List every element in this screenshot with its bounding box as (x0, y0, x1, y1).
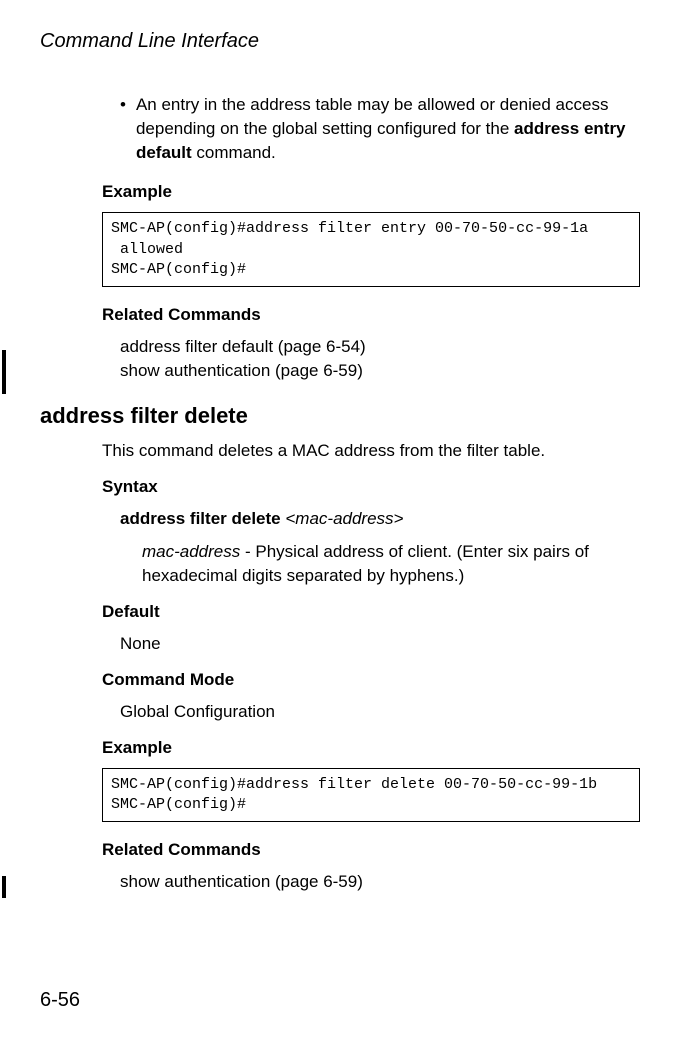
command-heading: address filter delete (40, 403, 640, 429)
bullet-text: An entry in the address table may be all… (136, 93, 640, 164)
syntax-label: Syntax (102, 477, 640, 497)
related-commands-list-2: show authentication (page 6-59) (120, 870, 640, 894)
bullet-marker: • (120, 93, 136, 164)
default-value: None (120, 632, 640, 656)
example-code-2: SMC-AP(config)#address filter delete 00-… (102, 768, 640, 823)
page-header: Command Line Interface (40, 30, 660, 53)
related-item: address filter default (page 6-54) (120, 335, 640, 359)
page-number: 6-56 (40, 989, 80, 1012)
param-description: mac-address - Physical address of client… (142, 540, 640, 588)
example-label-2: Example (102, 738, 640, 758)
bullet-item: • An entry in the address table may be a… (120, 93, 640, 164)
syntax-param: <mac-address> (285, 509, 403, 528)
example-code-1: SMC-AP(config)#address filter entry 00-7… (102, 212, 640, 287)
param-name: mac-address (142, 542, 240, 561)
command-description: This command deletes a MAC address from … (102, 439, 640, 463)
bullet-text-after: command. (192, 143, 276, 162)
default-label: Default (102, 602, 640, 622)
related-commands-label: Related Commands (102, 305, 640, 325)
related-commands-list-1: address filter default (page 6-54) show … (120, 335, 640, 383)
revision-bar (2, 876, 6, 898)
command-mode-value: Global Configuration (120, 700, 640, 724)
related-commands-label-2: Related Commands (102, 840, 640, 860)
syntax-line: address filter delete <mac-address> (120, 507, 640, 531)
command-mode-label: Command Mode (102, 670, 640, 690)
syntax-command: address filter delete (120, 509, 281, 528)
revision-bar (2, 350, 6, 394)
page-content: • An entry in the address table may be a… (40, 93, 660, 894)
related-item: show authentication (page 6-59) (120, 359, 640, 383)
related-item: show authentication (page 6-59) (120, 870, 640, 894)
example-label: Example (102, 182, 640, 202)
